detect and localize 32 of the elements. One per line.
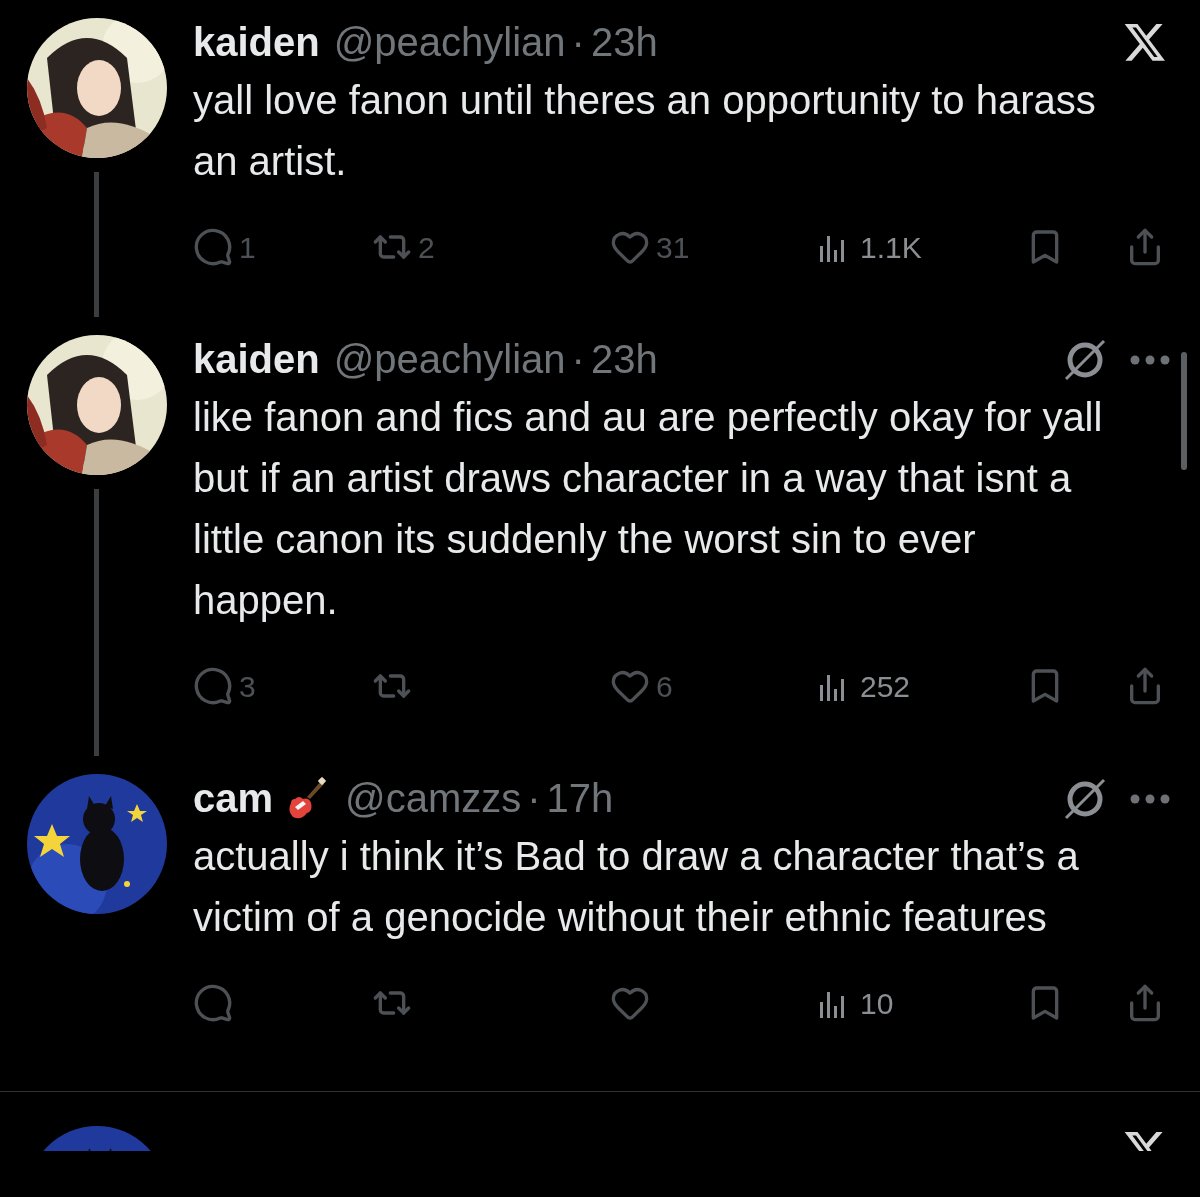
separator-dot: · <box>571 336 585 383</box>
post-text: yall love fanon until theres an opportunity to harass an artist. <box>193 77 1097 185</box>
post-time: 23h <box>590 336 658 383</box>
views-button[interactable]: 1.1K <box>820 224 922 270</box>
post-time: 23h <box>590 19 658 66</box>
post-text: like fanon and fics and au are perfectly okay for yall but if an artist draws character in a way that isnt a little canon its suddenly the worst sin to ever happen. <box>193 394 1104 624</box>
views-button[interactable]: 10 <box>820 980 894 1026</box>
user-name[interactable]: cam <box>193 774 274 822</box>
post-time: 17h <box>546 775 614 822</box>
scrollbar[interactable] <box>1181 352 1187 470</box>
like-button[interactable]: 6 <box>610 663 673 709</box>
reply-button[interactable] <box>193 983 233 1023</box>
user-name[interactable]: kaiden <box>193 335 320 383</box>
user-name[interactable]: kaiden <box>193 18 320 66</box>
speech-bubble-icon <box>193 983 233 1023</box>
repost-button[interactable]: 2 <box>372 224 435 270</box>
views-button[interactable]: 252 <box>820 663 911 709</box>
more-icon[interactable] <box>1130 794 1170 804</box>
user-handle[interactable]: @peachylian <box>333 335 566 383</box>
reply-button[interactable]: 3 <box>193 663 256 709</box>
user-handle[interactable]: @peachylian <box>333 18 566 66</box>
post-text: actually i think it’s Bad to draw a character that’s a victim of a genocide without their ethnic features <box>193 833 1080 941</box>
separator-dot: · <box>571 19 585 66</box>
speech-bubble-icon <box>193 227 233 267</box>
slashed-circle-icon[interactable] <box>1062 339 1108 381</box>
reply-button[interactable]: 1 <box>193 224 256 270</box>
more-icon[interactable] <box>1130 355 1170 365</box>
slashed-circle-icon[interactable] <box>1062 778 1108 820</box>
like-button[interactable]: 31 <box>610 224 690 270</box>
user-handle[interactable]: @camzzs <box>345 774 522 822</box>
separator-dot: · <box>527 775 541 822</box>
speech-bubble-icon <box>193 666 233 706</box>
